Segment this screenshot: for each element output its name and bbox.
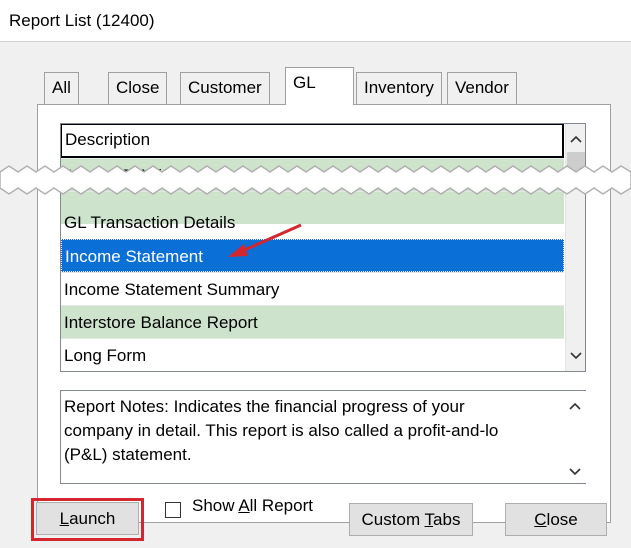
tab-inventory[interactable]: Inventory [356,72,442,104]
window-titlebar: Report List (12400) [0,0,631,42]
chevron-up-icon[interactable] [569,399,581,413]
list-item[interactable]: Long Form [61,338,564,371]
tab-gl-label: GL [293,73,316,92]
show-all-reports-label[interactable]: Show All Report [192,496,313,516]
list-item-label: Long Form [64,346,147,365]
report-notes-text: Report Notes: Indicates the financial pr… [64,397,499,464]
tab-close-label: Close [116,78,160,97]
tab-vendor[interactable]: Vendor [447,72,517,104]
tab-inventory-label: Inventory [364,78,434,97]
tab-vendor-label: Vendor [455,78,509,97]
tab-customer-label: Customer [188,78,262,97]
launch-button[interactable]: Launch [36,502,139,535]
tab-all-label: All [52,78,71,97]
torn-edge-divider [0,165,631,195]
list-item[interactable]: Income Statement Summary [61,272,564,305]
window-title: Report List (12400) [9,11,155,30]
notes-scrollbar[interactable] [565,391,586,483]
custom-tabs-button[interactable]: Custom Tabs [349,503,473,536]
red-arrow-icon [228,223,302,257]
tab-gl[interactable]: GL [285,67,354,105]
tab-close[interactable]: Close [108,72,168,104]
close-button[interactable]: Close [505,503,607,536]
list-item[interactable]: Interstore Balance Report [61,305,564,338]
list-item-label: Income Statement [65,247,203,266]
show-all-reports-checkbox[interactable] [165,502,181,518]
tab-customer[interactable]: Customer [180,72,270,104]
list-item-label: Income Statement Summary [64,280,280,299]
chevron-down-icon[interactable] [569,465,581,479]
list-item[interactable]: GL Transaction Details [61,206,564,239]
chevron-up-icon[interactable] [570,132,582,146]
report-list-dialog: All Close Customer GL Inventory Vendor D… [0,42,631,548]
chevron-down-icon[interactable] [570,349,582,363]
list-item-label: GL Transaction Details [64,213,236,232]
tab-all[interactable]: All [44,72,79,104]
report-notes: Report Notes: Indicates the financial pr… [60,390,586,484]
column-header-description[interactable]: Description [61,124,564,158]
list-item-label: Interstore Balance Report [64,313,258,332]
list-item-selected[interactable]: Income Statement [61,239,564,272]
